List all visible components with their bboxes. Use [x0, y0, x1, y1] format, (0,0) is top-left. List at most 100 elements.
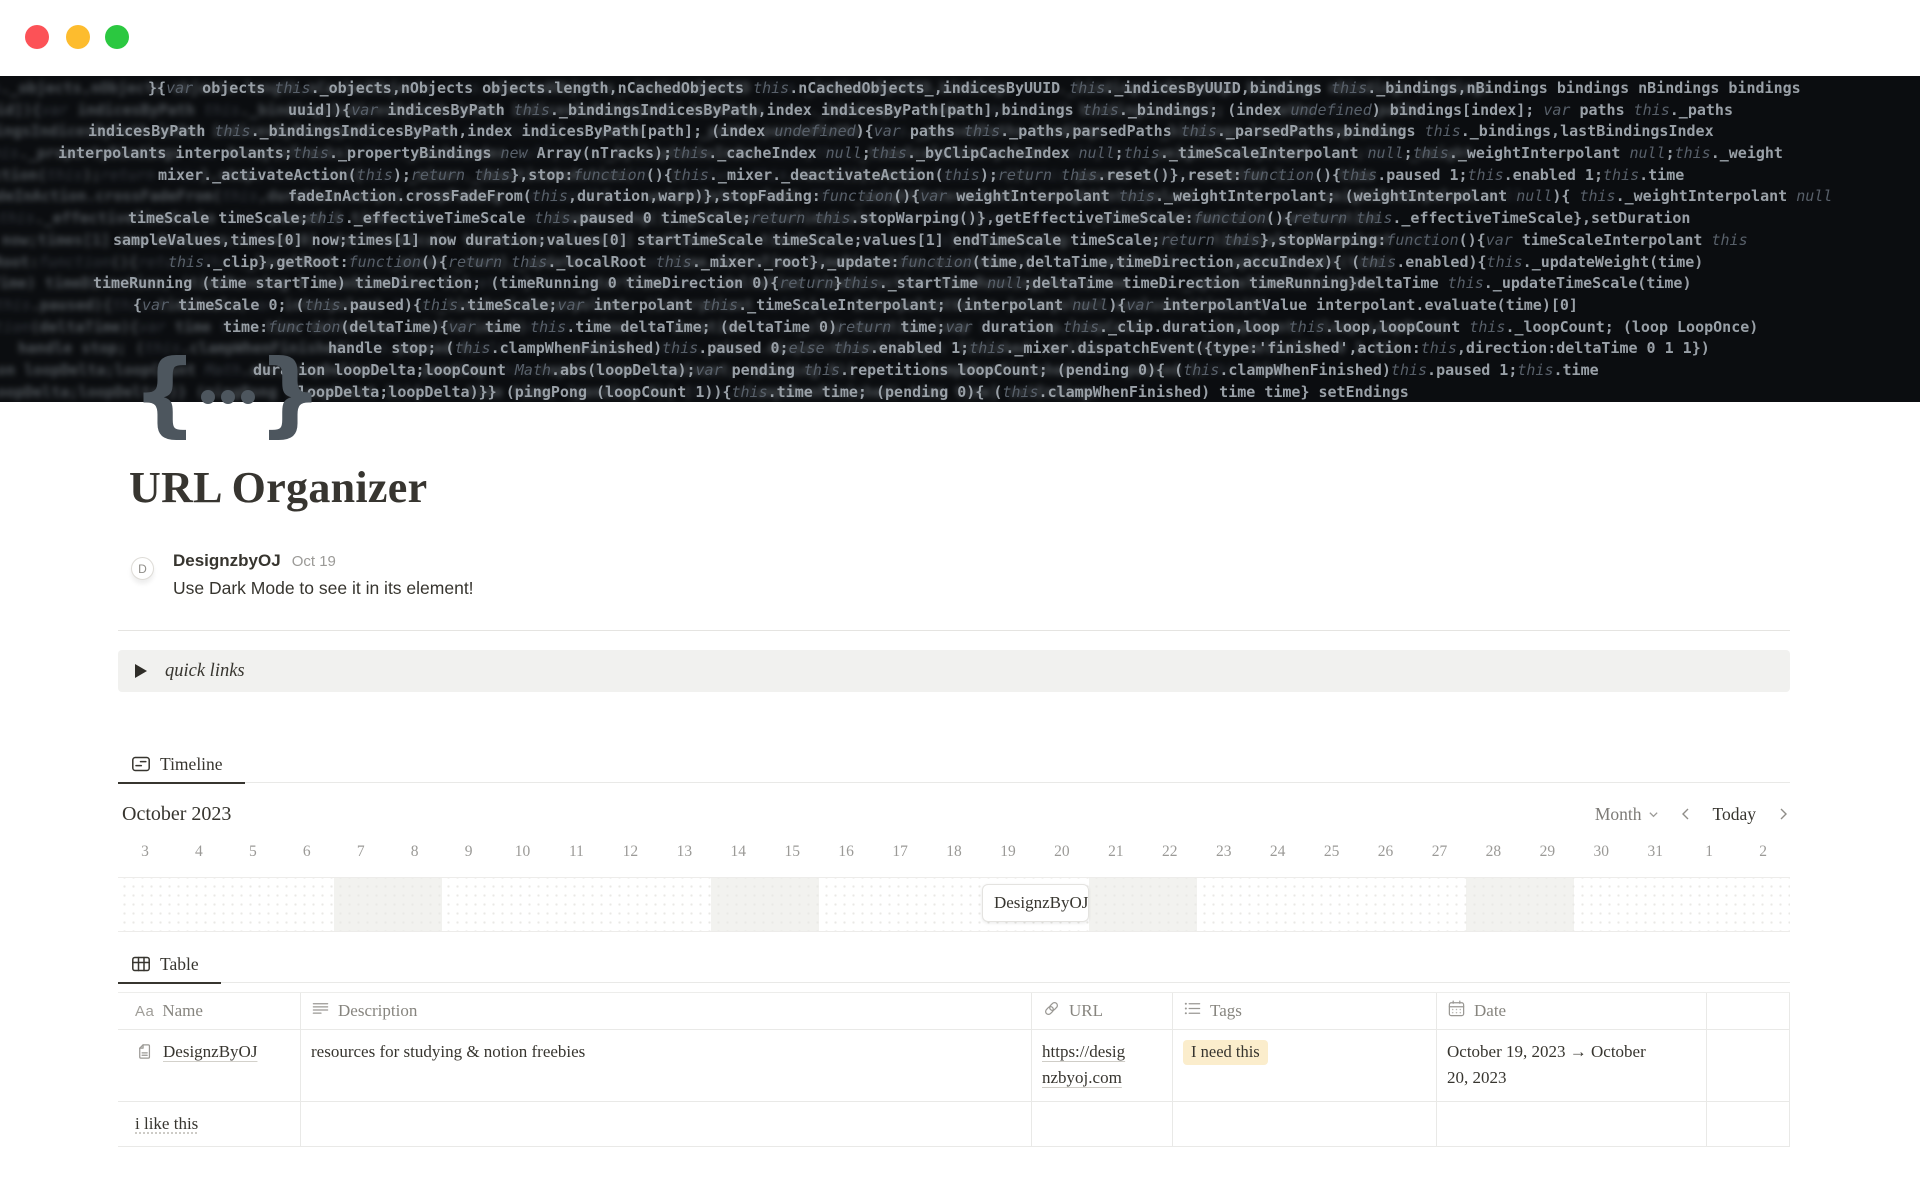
- toggle-arrow-icon[interactable]: [135, 664, 147, 678]
- timeline-day-label: 30: [1574, 843, 1628, 861]
- code-line: this._clip},getRoot:function(){return th…: [0, 252, 1920, 274]
- code-line: timeScale timeScale;this._effectiveTimeS…: [0, 208, 1920, 230]
- ellipsis-dot: [221, 390, 235, 404]
- date-range: October 19, 2023 → October 20, 2023: [1447, 1039, 1653, 1092]
- timeline-next-button[interactable]: [1776, 806, 1790, 822]
- timeline-day-label: 10: [496, 843, 550, 861]
- tab-table[interactable]: Table: [118, 946, 221, 984]
- toggle-label: quick links: [165, 661, 245, 682]
- page-title[interactable]: URL Organizer: [129, 462, 427, 513]
- table-column-header-date[interactable]: Date: [1437, 993, 1707, 1029]
- column-label: Date: [1474, 1001, 1506, 1021]
- code-line: time:function(deltaTime){var time this.t…: [0, 317, 1920, 339]
- timeline-day-label: 13: [657, 843, 711, 861]
- timeline-day-label: 11: [550, 843, 604, 861]
- code-line: interpolants interpolants;this._property…: [0, 143, 1920, 165]
- timeline-prev-button[interactable]: [1679, 806, 1693, 822]
- timeline-day-label: 26: [1359, 843, 1413, 861]
- tab-table-label: Table: [160, 954, 199, 975]
- comment-text[interactable]: Use Dark Mode to see it in its element!: [173, 578, 474, 599]
- column-label: URL: [1069, 1001, 1103, 1021]
- tab-timeline-label: Timeline: [160, 754, 223, 775]
- page-link[interactable]: DesignzByOJ: [163, 1039, 257, 1065]
- table-cell-extra: [1707, 1030, 1790, 1101]
- page-icon: [135, 1039, 154, 1069]
- timeline-day-label: 17: [873, 843, 927, 861]
- timeline-day-label: 22: [1143, 843, 1197, 861]
- url-link[interactable]: https://designzbyoj.com: [1042, 1039, 1130, 1092]
- table-header-row: AaName Description URL Tags Date: [118, 992, 1790, 1030]
- table-cell-name[interactable]: i like this: [118, 1102, 301, 1146]
- timeline-weekend-band: [1466, 878, 1574, 931]
- table-cell-date[interactable]: [1437, 1102, 1707, 1146]
- table-cell-description[interactable]: resources for studying & notion freebies: [301, 1030, 1032, 1101]
- table-cell-tags[interactable]: [1173, 1102, 1437, 1146]
- code-line: mixer._activateAction(this);return this}…: [0, 165, 1920, 187]
- timeline-day-label: 19: [981, 843, 1035, 861]
- table-cell-date[interactable]: October 19, 2023 → October 20, 2023: [1437, 1030, 1707, 1101]
- timeline-item-label: DesignzByOJ: [994, 893, 1088, 913]
- timeline-scale-select[interactable]: Month: [1595, 804, 1659, 825]
- timeline-weekend-band: [1089, 878, 1197, 931]
- window-titlebar: [0, 0, 1920, 76]
- timeline-day-label: 5: [226, 843, 280, 861]
- timeline-day-label: 15: [765, 843, 819, 861]
- timeline-day-label: 23: [1197, 843, 1251, 861]
- code-line: indicesByPath this._bindingsIndicesByPat…: [0, 121, 1920, 143]
- timeline-weekend-band: [711, 878, 819, 931]
- timeline-day-label: 20: [1035, 843, 1089, 861]
- page-link[interactable]: i like this: [135, 1111, 198, 1137]
- quick-links-toggle[interactable]: quick links: [118, 650, 1790, 692]
- timeline-day-label: 31: [1628, 843, 1682, 861]
- table-cell-url[interactable]: [1032, 1102, 1173, 1146]
- timeline-day-label: 8: [388, 843, 442, 861]
- calendar-icon: [1447, 999, 1466, 1023]
- timeline-day-label: 2: [1736, 843, 1790, 861]
- tag-chip: I need this: [1183, 1040, 1268, 1065]
- table-column-header-tags[interactable]: Tags: [1173, 993, 1437, 1029]
- timeline-scale-label: Month: [1595, 804, 1642, 825]
- chevron-down-icon: [1648, 809, 1659, 820]
- table-view-tabs: Table: [118, 946, 1790, 983]
- left-brace-glyph: {: [132, 354, 198, 434]
- timeline-day-label: 28: [1466, 843, 1520, 861]
- tab-timeline[interactable]: Timeline: [118, 746, 245, 784]
- timeline-body: DesignzByOJ: [118, 877, 1790, 932]
- timeline-day-label: 7: [334, 843, 388, 861]
- window-zoom-button[interactable]: [105, 25, 129, 49]
- timeline-day-label: 12: [603, 843, 657, 861]
- chevron-right-icon: [1776, 806, 1790, 822]
- comment-block[interactable]: D DesignzbyOJ Oct 19 Use Dark Mode to se…: [131, 551, 474, 599]
- table-column-header-description[interactable]: Description: [301, 993, 1032, 1029]
- table-cell-url[interactable]: https://designzbyoj.com: [1032, 1030, 1173, 1101]
- right-brace-glyph: }: [258, 354, 324, 434]
- table-cell-name[interactable]: DesignzByOJ: [118, 1030, 301, 1101]
- timeline-day-label: 3: [118, 843, 172, 861]
- timeline-today-button[interactable]: Today: [1713, 804, 1757, 825]
- table-column-header-name[interactable]: AaName: [118, 993, 301, 1029]
- timeline-day-label: 27: [1413, 843, 1467, 861]
- comment-author: DesignzbyOJ: [173, 551, 281, 571]
- timeline-item-card[interactable]: DesignzByOJ: [982, 884, 1089, 922]
- avatar: D: [131, 557, 154, 580]
- timeline-day-label: 1: [1682, 843, 1736, 861]
- window-close-button[interactable]: [25, 25, 49, 49]
- table-cell-description[interactable]: [301, 1102, 1032, 1146]
- timeline-month-title: October 2023: [122, 803, 231, 826]
- page-icon[interactable]: { }: [132, 352, 323, 436]
- type-icon: Aa: [135, 1001, 154, 1021]
- code-line: }{var objects this._objects,nObjects obj…: [0, 78, 1920, 100]
- timeline-view-tabs: Timeline: [118, 746, 1790, 783]
- table-column-header-url[interactable]: URL: [1032, 993, 1173, 1029]
- table-row: DesignzByOJ resources for studying & noti…: [118, 1030, 1790, 1102]
- window-minimize-button[interactable]: [66, 25, 90, 49]
- divider: [118, 630, 1790, 631]
- ellipsis-dot: [201, 390, 215, 404]
- timeline-day-label: 21: [1089, 843, 1143, 861]
- link-icon: [1042, 999, 1061, 1023]
- table-cell-tags[interactable]: I need this: [1173, 1030, 1437, 1101]
- list-icon: [1183, 999, 1202, 1023]
- timeline-day-label: 16: [819, 843, 873, 861]
- code-line: fadeInAction.crossFadeFrom(this,duration…: [0, 186, 1920, 208]
- ellipsis-dot: [241, 390, 255, 404]
